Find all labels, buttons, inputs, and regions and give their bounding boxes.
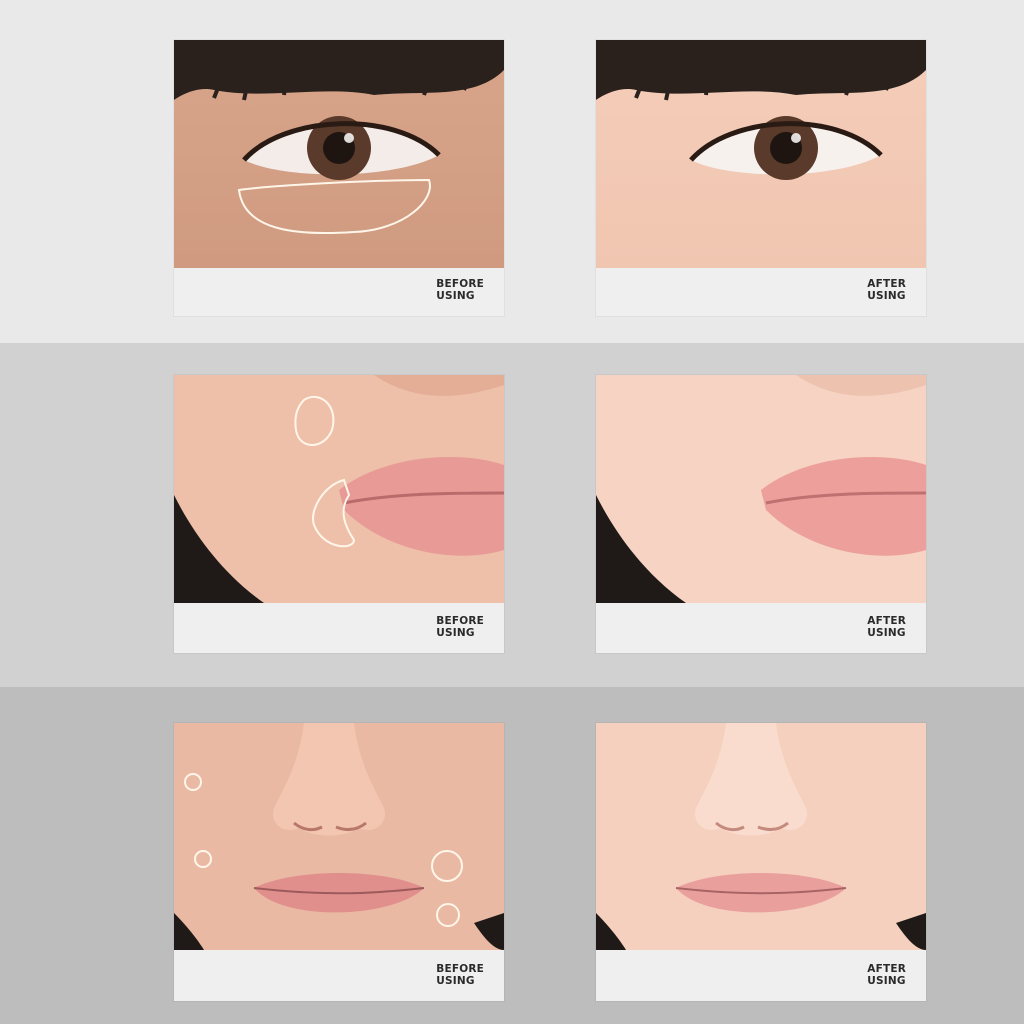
before-photo-eye xyxy=(174,40,504,268)
caption-line2: USING xyxy=(436,290,475,302)
after-card-eye: AFTER USING xyxy=(596,40,926,316)
caption-after-cheek: AFTER USING xyxy=(867,615,906,639)
caption-line1: AFTER xyxy=(867,615,906,627)
caption-line2: USING xyxy=(436,975,475,987)
caption-line1: AFTER xyxy=(867,278,906,290)
before-card-nose: BEFORE USING xyxy=(174,723,504,1001)
caption-before-nose: BEFORE USING xyxy=(436,963,484,987)
after-card-nose: AFTER USING xyxy=(596,723,926,1001)
before-card-cheek: BEFORE USING xyxy=(174,375,504,653)
before-card-eye: BEFORE USING xyxy=(174,40,504,316)
caption-line2: USING xyxy=(436,627,475,639)
caption-before-eye: BEFORE USING xyxy=(436,278,484,302)
caption-line2: USING xyxy=(867,627,906,639)
after-photo-eye xyxy=(596,40,926,268)
caption-line1: AFTER xyxy=(867,963,906,975)
caption-line1: BEFORE xyxy=(436,963,484,975)
caption-before-cheek: BEFORE USING xyxy=(436,615,484,639)
caption-line2: USING xyxy=(867,290,906,302)
caption-line1: BEFORE xyxy=(436,615,484,627)
caption-line1: BEFORE xyxy=(436,278,484,290)
caption-after-eye: AFTER USING xyxy=(867,278,906,302)
before-photo-nose xyxy=(174,723,504,950)
caption-line2: USING xyxy=(867,975,906,987)
after-photo-cheek xyxy=(596,375,926,603)
caption-after-nose: AFTER USING xyxy=(867,963,906,987)
before-photo-cheek xyxy=(174,375,504,603)
after-card-cheek: AFTER USING xyxy=(596,375,926,653)
after-photo-nose xyxy=(596,723,926,950)
